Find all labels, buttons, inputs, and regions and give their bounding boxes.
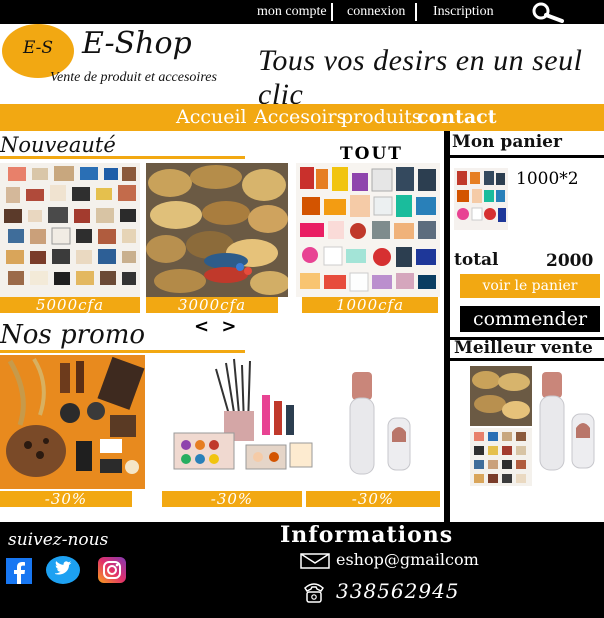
divider (331, 3, 333, 21)
logo-text: E-S (22, 38, 54, 58)
search-icon[interactable] (528, 1, 568, 23)
price-tag: 3000cfa (146, 297, 278, 313)
nav-item-produits[interactable]: produits (341, 104, 422, 131)
section-underline (0, 156, 245, 159)
section-underline (0, 350, 245, 353)
best-seller-image-trimmer[interactable] (536, 368, 598, 474)
facebook-icon[interactable] (6, 558, 32, 584)
new-section-title: Nouveauté (0, 133, 116, 157)
cart-title: Mon panier (452, 132, 562, 152)
cart-item-image[interactable] (454, 168, 508, 230)
nav-item-contact[interactable]: contact (417, 104, 497, 131)
total-value: 2000 (546, 251, 594, 271)
divider (415, 3, 417, 21)
slogan: Tous vos desirs en un seul clic (258, 44, 583, 111)
sidebar-rule (444, 358, 604, 361)
product-image-cosmetics[interactable] (296, 163, 440, 297)
sidebar-divider (444, 131, 450, 522)
order-button[interactable]: commender (460, 306, 600, 332)
phone-number[interactable]: 338562945 (336, 579, 460, 603)
email-icon (300, 553, 330, 569)
promo-image-accessories[interactable] (0, 355, 145, 489)
promo-image-makeup[interactable] (166, 355, 316, 485)
promo-image-trimmer[interactable] (340, 368, 420, 480)
brand-tagline: Vente de produit et accesoires (50, 70, 217, 85)
view-cart-button[interactable]: voir le panier (460, 274, 600, 298)
promo-section-title: Nos promo (0, 320, 146, 350)
account-link[interactable]: mon compte (257, 4, 327, 20)
product-image-bracelets[interactable] (146, 163, 288, 297)
cart-item-quantity: 1000*2 (516, 169, 579, 189)
promo-tag: -30% (0, 491, 132, 507)
phone-icon (304, 583, 324, 603)
instagram-icon[interactable] (98, 557, 126, 583)
carousel-arrows[interactable]: < > (194, 316, 239, 337)
promo-tag: -30% (306, 491, 440, 507)
sidebar-rule (444, 155, 604, 158)
see-all-link[interactable]: TOUT (340, 144, 403, 164)
nav-item-accueil[interactable]: Accueil (176, 104, 247, 131)
login-link[interactable]: connexion (347, 4, 405, 20)
follow-label: suivez-nous (8, 530, 109, 550)
best-sellers-title: Meilleur vente (454, 338, 593, 358)
brand-name: E-Shop (82, 26, 192, 61)
info-title: Informations (280, 522, 454, 548)
price-tag: 1000cfa (302, 297, 438, 313)
best-seller-image-stack[interactable] (470, 366, 532, 486)
total-label: total (454, 250, 499, 270)
promo-tag: -30% (162, 491, 302, 507)
product-image-bags[interactable] (0, 163, 140, 297)
email-address[interactable]: eshop@gmailcom (336, 550, 479, 569)
nav-item-accesoirs[interactable]: Accesoirs (254, 104, 346, 131)
price-tag: 5000cfa (0, 297, 140, 313)
twitter-icon[interactable] (46, 556, 80, 584)
signup-link[interactable]: Inscription (433, 4, 494, 20)
